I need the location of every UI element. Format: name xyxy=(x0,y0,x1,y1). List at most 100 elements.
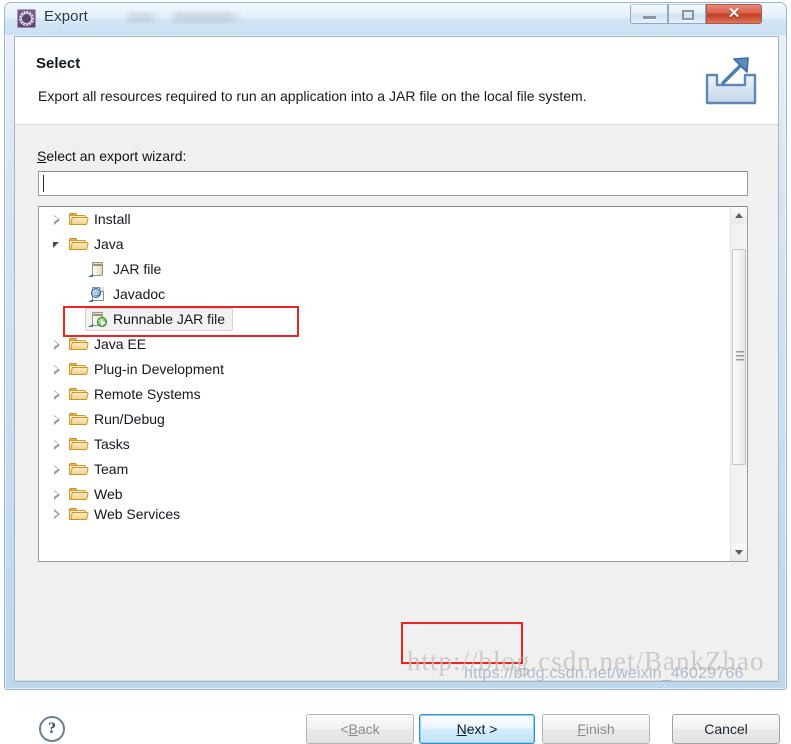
watermark-secondary: https://blog.csdn.net/weixin_46029766 xyxy=(464,665,744,682)
jar-file-icon xyxy=(88,261,108,277)
tree-item-label: Java EE xyxy=(94,336,147,352)
tree-row[interactable]: Remote Systems xyxy=(39,382,730,407)
tree-item-label: Plug-in Development xyxy=(94,361,224,377)
chevron-right-icon[interactable] xyxy=(50,387,66,403)
chevron-right-icon[interactable] xyxy=(50,337,66,353)
close-button[interactable]: ✕ xyxy=(706,4,762,24)
tree-row-content[interactable]: Java xyxy=(66,233,132,256)
help-icon[interactable]: ? xyxy=(39,716,65,742)
tree-item-label: Web Services xyxy=(94,507,181,521)
folder-icon xyxy=(69,461,89,477)
title-bar-blurred-text xyxy=(123,12,243,23)
tree-item-label: Tasks xyxy=(94,436,130,452)
tree-row-content[interactable]: Tasks xyxy=(66,433,138,456)
tree-item-label: Install xyxy=(94,211,131,227)
folder-icon xyxy=(69,336,89,352)
tree-row[interactable]: Web xyxy=(39,482,730,507)
tree-row-content[interactable]: Run/Debug xyxy=(66,408,173,431)
chevron-right-icon[interactable] xyxy=(50,212,66,228)
tree-item-label: Run/Debug xyxy=(94,411,165,427)
tree-row[interactable]: Plug-in Development xyxy=(39,357,730,382)
export-wizard-tree[interactable]: Install Java JAR file @ Javadoc Runnable JAR … xyxy=(38,206,748,562)
runnable-jar-file-icon xyxy=(88,311,108,327)
next-button-mnemonic: N xyxy=(456,721,467,737)
cancel-button[interactable]: Cancel xyxy=(672,714,780,744)
chevron-right-icon[interactable] xyxy=(50,437,66,453)
folder-icon xyxy=(69,361,89,377)
tree-row[interactable]: Team xyxy=(39,457,730,482)
tree-row[interactable]: Runnable JAR file xyxy=(39,307,730,332)
tree-row-content[interactable]: Java EE xyxy=(66,333,154,356)
tree-row-content[interactable]: Remote Systems xyxy=(66,383,209,406)
tree-rows-container: Install Java JAR file @ Javadoc Runnable JAR … xyxy=(39,207,730,521)
filter-label-mnemonic: S xyxy=(37,148,47,164)
dialog-client-area: Select Export all resources required to … xyxy=(14,36,780,744)
folder-icon xyxy=(69,486,89,502)
next-button[interactable]: Next > xyxy=(419,714,535,744)
tree-vertical-scrollbar[interactable] xyxy=(730,207,747,561)
tree-row[interactable]: Web Services xyxy=(39,507,730,521)
tree-row-content[interactable]: Web xyxy=(66,483,131,506)
tree-row[interactable]: Tasks xyxy=(39,432,730,457)
export-dialog-window: Export ✕ Select Export all resources req… xyxy=(4,2,787,744)
wizard-header: Select Export all resources required to … xyxy=(15,37,778,125)
back-button-prefix: < xyxy=(340,721,349,737)
chevron-right-icon[interactable] xyxy=(50,507,66,521)
page-title: Select xyxy=(36,55,81,72)
tree-row-content[interactable]: Web Services xyxy=(66,507,188,521)
folder-icon xyxy=(69,386,89,402)
tree-row-content[interactable]: JAR file xyxy=(85,258,169,281)
scroll-down-arrow[interactable] xyxy=(731,544,747,561)
folder-icon xyxy=(69,236,89,252)
tree-item-label: Runnable JAR file xyxy=(113,311,226,327)
finish-button[interactable]: Finish xyxy=(542,714,650,744)
gear-hole xyxy=(22,14,31,23)
close-icon: ✕ xyxy=(727,6,741,22)
tree-row[interactable]: @ Javadoc xyxy=(39,282,730,307)
maximize-button[interactable] xyxy=(668,4,706,24)
back-button-mnemonic: B xyxy=(348,721,358,737)
tree-row[interactable]: Java xyxy=(39,232,730,257)
search-input[interactable] xyxy=(44,172,748,197)
finish-button-suffix: inish xyxy=(585,721,615,737)
minimize-icon xyxy=(643,16,656,19)
back-button-suffix: ack xyxy=(357,721,380,737)
tree-row-content[interactable]: Runnable JAR file xyxy=(85,308,234,331)
scroll-up-arrow[interactable] xyxy=(731,207,747,224)
next-button-suffix: ext > xyxy=(466,721,498,737)
chevron-right-icon[interactable] xyxy=(50,462,66,478)
filter-input-wrapper[interactable] xyxy=(38,171,748,197)
tree-row-content[interactable]: Plug-in Development xyxy=(66,358,232,381)
tree-item-label: JAR file xyxy=(113,261,162,277)
tree-item-label: Remote Systems xyxy=(94,386,201,402)
chevron-right-icon[interactable] xyxy=(50,412,66,428)
tree-row-content[interactable]: Team xyxy=(66,458,136,481)
folder-icon xyxy=(69,411,89,427)
tree-item-label: Javadoc xyxy=(113,286,166,302)
tree-scroll-port: Install Java JAR file @ Javadoc Runnable JAR … xyxy=(39,207,730,561)
filter-label: Select an export wizard: xyxy=(37,148,186,164)
tree-row[interactable]: Java EE xyxy=(39,332,730,357)
cancel-button-label: Cancel xyxy=(704,721,748,737)
page-description: Export all resources required to run an … xyxy=(38,88,587,104)
chevron-right-icon[interactable] xyxy=(50,487,66,503)
back-button[interactable]: < Back xyxy=(306,714,414,744)
tree-item-label: Web xyxy=(94,486,123,502)
folder-icon xyxy=(69,211,89,227)
tree-row[interactable]: JAR file xyxy=(39,257,730,282)
scroll-thumb[interactable] xyxy=(732,249,746,465)
title-bar[interactable]: Export ✕ xyxy=(5,3,786,35)
maximize-icon xyxy=(682,10,694,20)
tree-row[interactable]: Run/Debug xyxy=(39,407,730,432)
finish-button-mnemonic: F xyxy=(577,721,586,737)
minimize-button[interactable] xyxy=(630,4,668,24)
tree-row-content[interactable]: @ Javadoc xyxy=(85,283,173,306)
window-title: Export xyxy=(44,8,88,25)
chevron-down-icon[interactable] xyxy=(50,237,66,253)
chevron-right-icon[interactable] xyxy=(50,362,66,378)
tree-row-content[interactable]: Install xyxy=(66,208,139,231)
javadoc-icon: @ xyxy=(88,286,108,302)
tree-row[interactable]: Install xyxy=(39,207,730,232)
eclipse-gear-icon xyxy=(17,9,36,28)
filter-label-text: elect an export wizard: xyxy=(46,148,187,164)
